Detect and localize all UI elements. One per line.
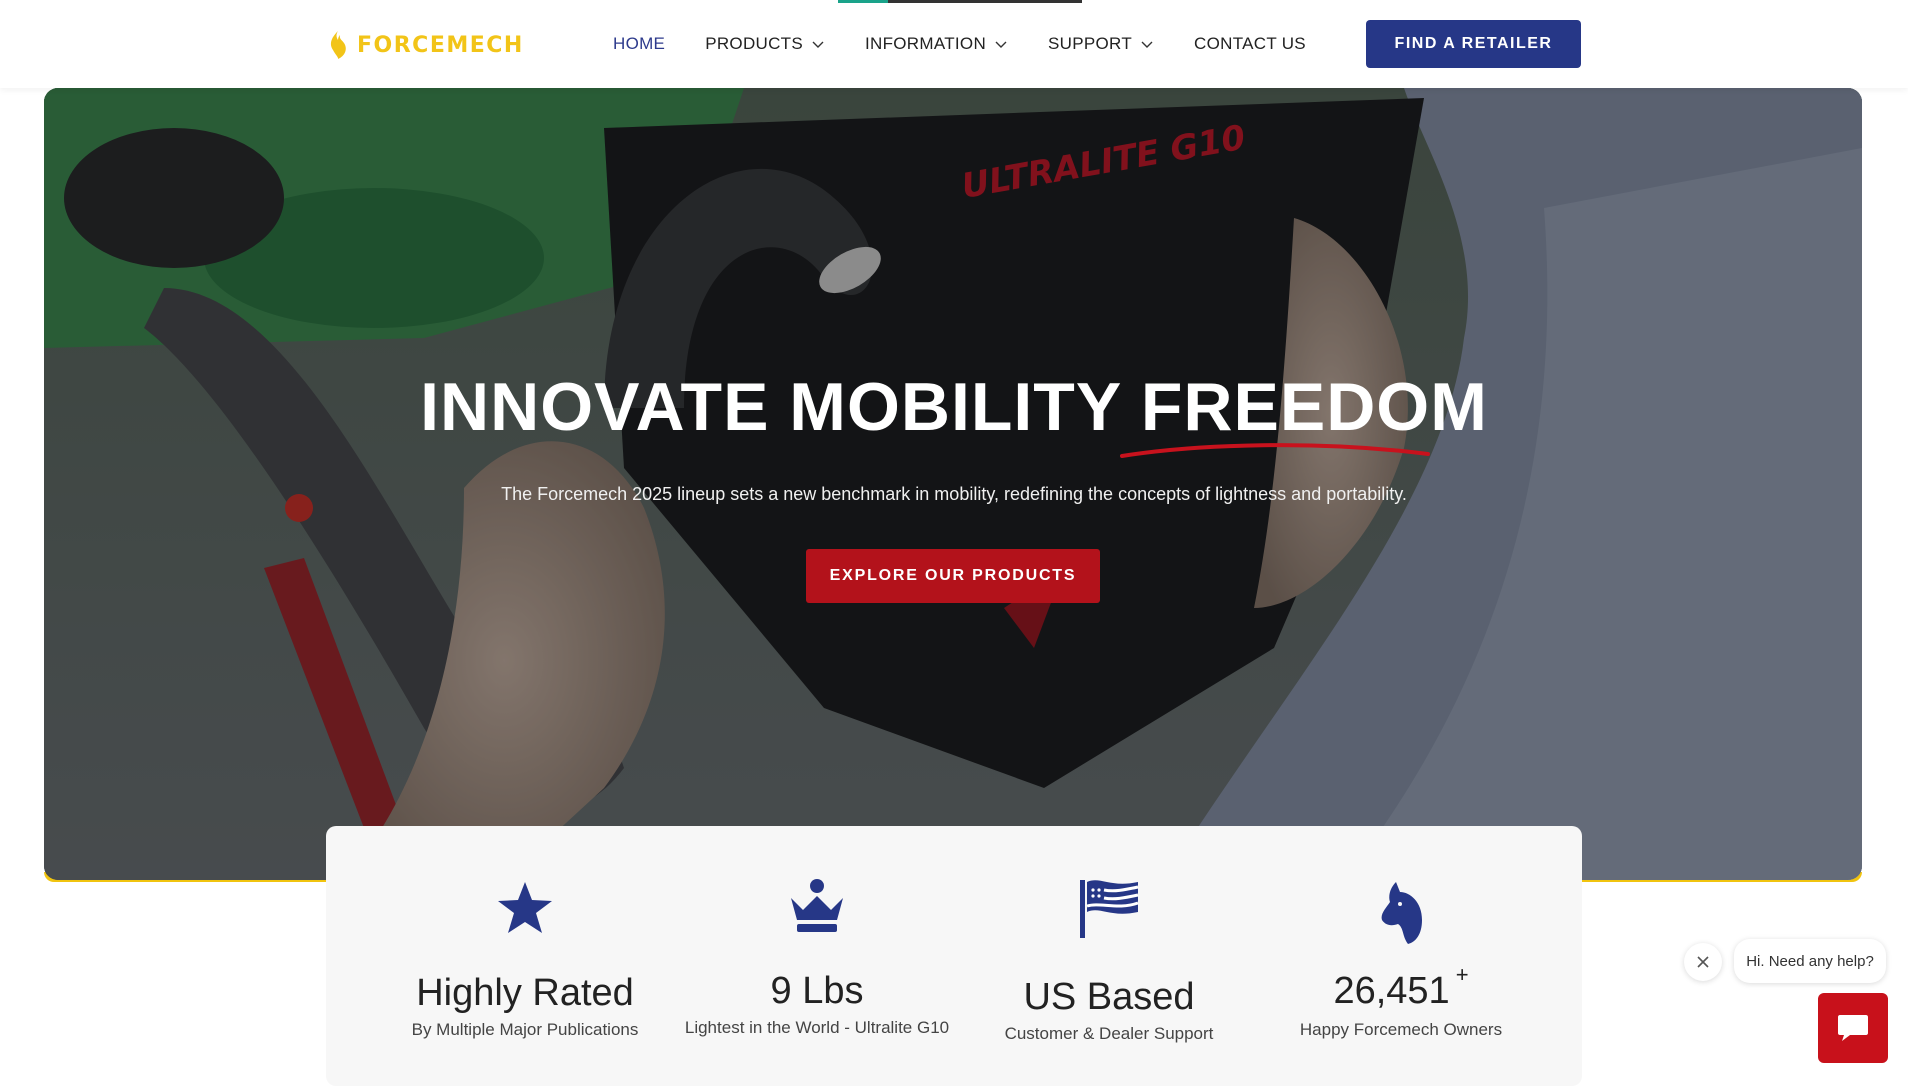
stat-desc: Happy Forcemech Owners: [1299, 1020, 1503, 1039]
nav-products[interactable]: PRODUCTS: [705, 34, 825, 54]
chevron-down-icon: [1141, 41, 1153, 48]
stat-title: US Based: [1023, 976, 1195, 1018]
crown-icon: [791, 879, 843, 932]
stats-card: Highly Rated By Multiple Major Publicati…: [326, 826, 1582, 1086]
chat-close-button[interactable]: [1684, 943, 1722, 981]
chat-icon: [1838, 1015, 1868, 1041]
stat-title: 26,451 +: [1251, 962, 1551, 1013]
nav-home[interactable]: HOME: [613, 34, 665, 54]
horse-head-icon: [1381, 882, 1422, 944]
stat-title-suffix: +: [1455, 962, 1469, 987]
flame-logo-icon: [330, 31, 346, 59]
hero-subtitle: The Forcemech 2025 lineup sets a new ben…: [501, 484, 1407, 504]
chevron-down-icon: [995, 41, 1007, 48]
nav-contact-us-label: CONTACT US: [1194, 34, 1306, 53]
site-header: FORCEMECH HOME PRODUCTS INFORMATION SUPP…: [0, 0, 1908, 88]
stat-title: 9 Lbs: [770, 970, 864, 1012]
hero-title: INNOVATE MOBILITY FREEDOM: [420, 369, 1488, 445]
main-nav: HOME PRODUCTS INFORMATION SUPPORT CONTAC…: [613, 0, 1346, 88]
logo-text: FORCEMECH: [357, 32, 524, 58]
nav-home-label: HOME: [613, 34, 666, 53]
nav-products-label: PRODUCTS: [705, 34, 803, 53]
flag-icon: [1080, 880, 1139, 938]
hero-title-underline: [1120, 443, 1430, 458]
chevron-down-icon: [812, 41, 824, 48]
nav-information-label: INFORMATION: [865, 34, 987, 53]
nav-support[interactable]: SUPPORT: [1048, 34, 1154, 54]
find-retailer-button[interactable]: FIND A RETAILER: [1366, 20, 1581, 68]
chat-launcher-button[interactable]: [1818, 993, 1888, 1063]
nav-information[interactable]: INFORMATION: [865, 34, 1008, 54]
logo[interactable]: FORCEMECH: [325, 28, 524, 62]
close-icon: [1697, 956, 1709, 968]
nav-support-label: SUPPORT: [1048, 34, 1133, 53]
chat-greeting-bubble[interactable]: Hi. Need any help?: [1734, 939, 1886, 983]
nav-contact-us[interactable]: CONTACT US: [1194, 34, 1306, 54]
stat-desc: Lightest in the World - Ultralite G10: [684, 1018, 950, 1037]
stat-title-value: 26,451: [1333, 970, 1450, 1012]
explore-products-button[interactable]: EXPLORE OUR PRODUCTS: [806, 549, 1100, 603]
stat-desc: Customer & Dealer Support: [1004, 1024, 1214, 1043]
star-icon: [498, 882, 552, 933]
stat-title: Highly Rated: [416, 972, 634, 1014]
stat-desc: By Multiple Major Publications: [411, 1020, 639, 1039]
